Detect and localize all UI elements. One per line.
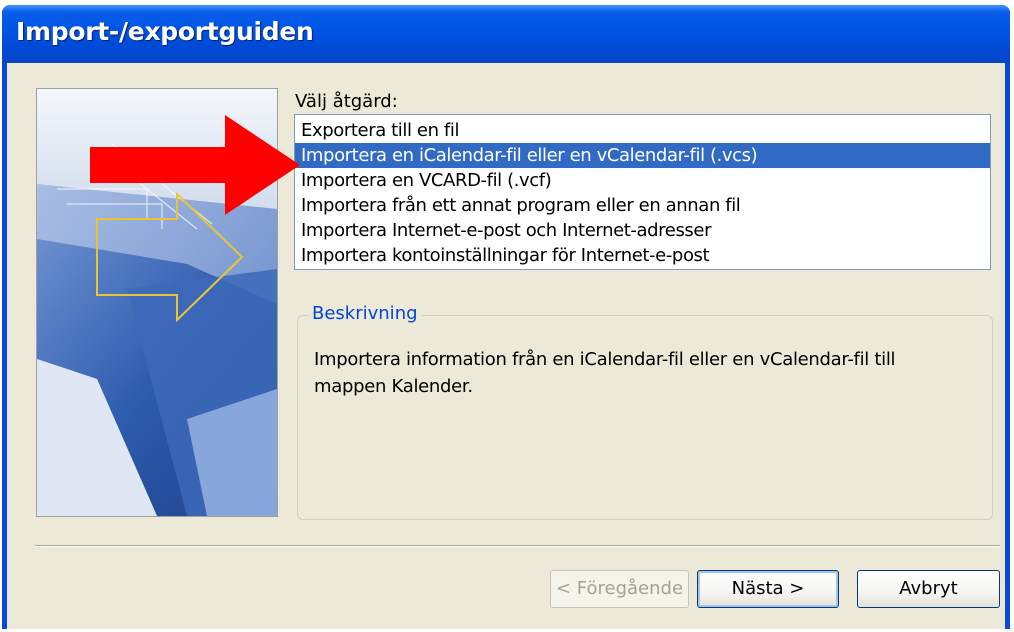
window-title: Import-/exportguiden: [16, 17, 314, 46]
action-label: Välj åtgärd:: [295, 91, 398, 112]
list-item-import-other-program[interactable]: Importera från ett annat program eller e…: [295, 193, 990, 218]
next-button[interactable]: Nästa >: [697, 570, 839, 608]
button-separator: [35, 545, 1000, 547]
list-item-import-account-settings[interactable]: Importera kontoinställningar för Interne…: [295, 243, 990, 268]
description-label: Beskrivning: [308, 303, 422, 324]
description-groupbox: Beskrivning Importera information från e…: [297, 303, 993, 520]
list-item-import-vcard[interactable]: Importera en VCARD-fil (.vcf): [295, 168, 990, 193]
list-item-import-icalendar[interactable]: Importera en iCalendar-fil eller en vCal…: [295, 143, 990, 168]
action-listbox[interactable]: Exportera till en fil Importera en iCale…: [294, 114, 991, 270]
red-arrow-icon: [90, 115, 300, 215]
description-text: Importera information från en iCalendar-…: [314, 349, 896, 397]
cancel-button[interactable]: Avbryt: [857, 570, 1000, 608]
back-button[interactable]: < Föregående: [550, 570, 689, 608]
list-item-export-to-file[interactable]: Exportera till en fil: [295, 118, 990, 143]
list-item-import-internet-mail[interactable]: Importera Internet-e-post och Internet-a…: [295, 218, 990, 243]
title-bar[interactable]: Import-/exportguiden: [2, 5, 1010, 63]
import-export-wizard-window: Import-/exportguiden Välj åtgärd: Export…: [2, 5, 1010, 629]
